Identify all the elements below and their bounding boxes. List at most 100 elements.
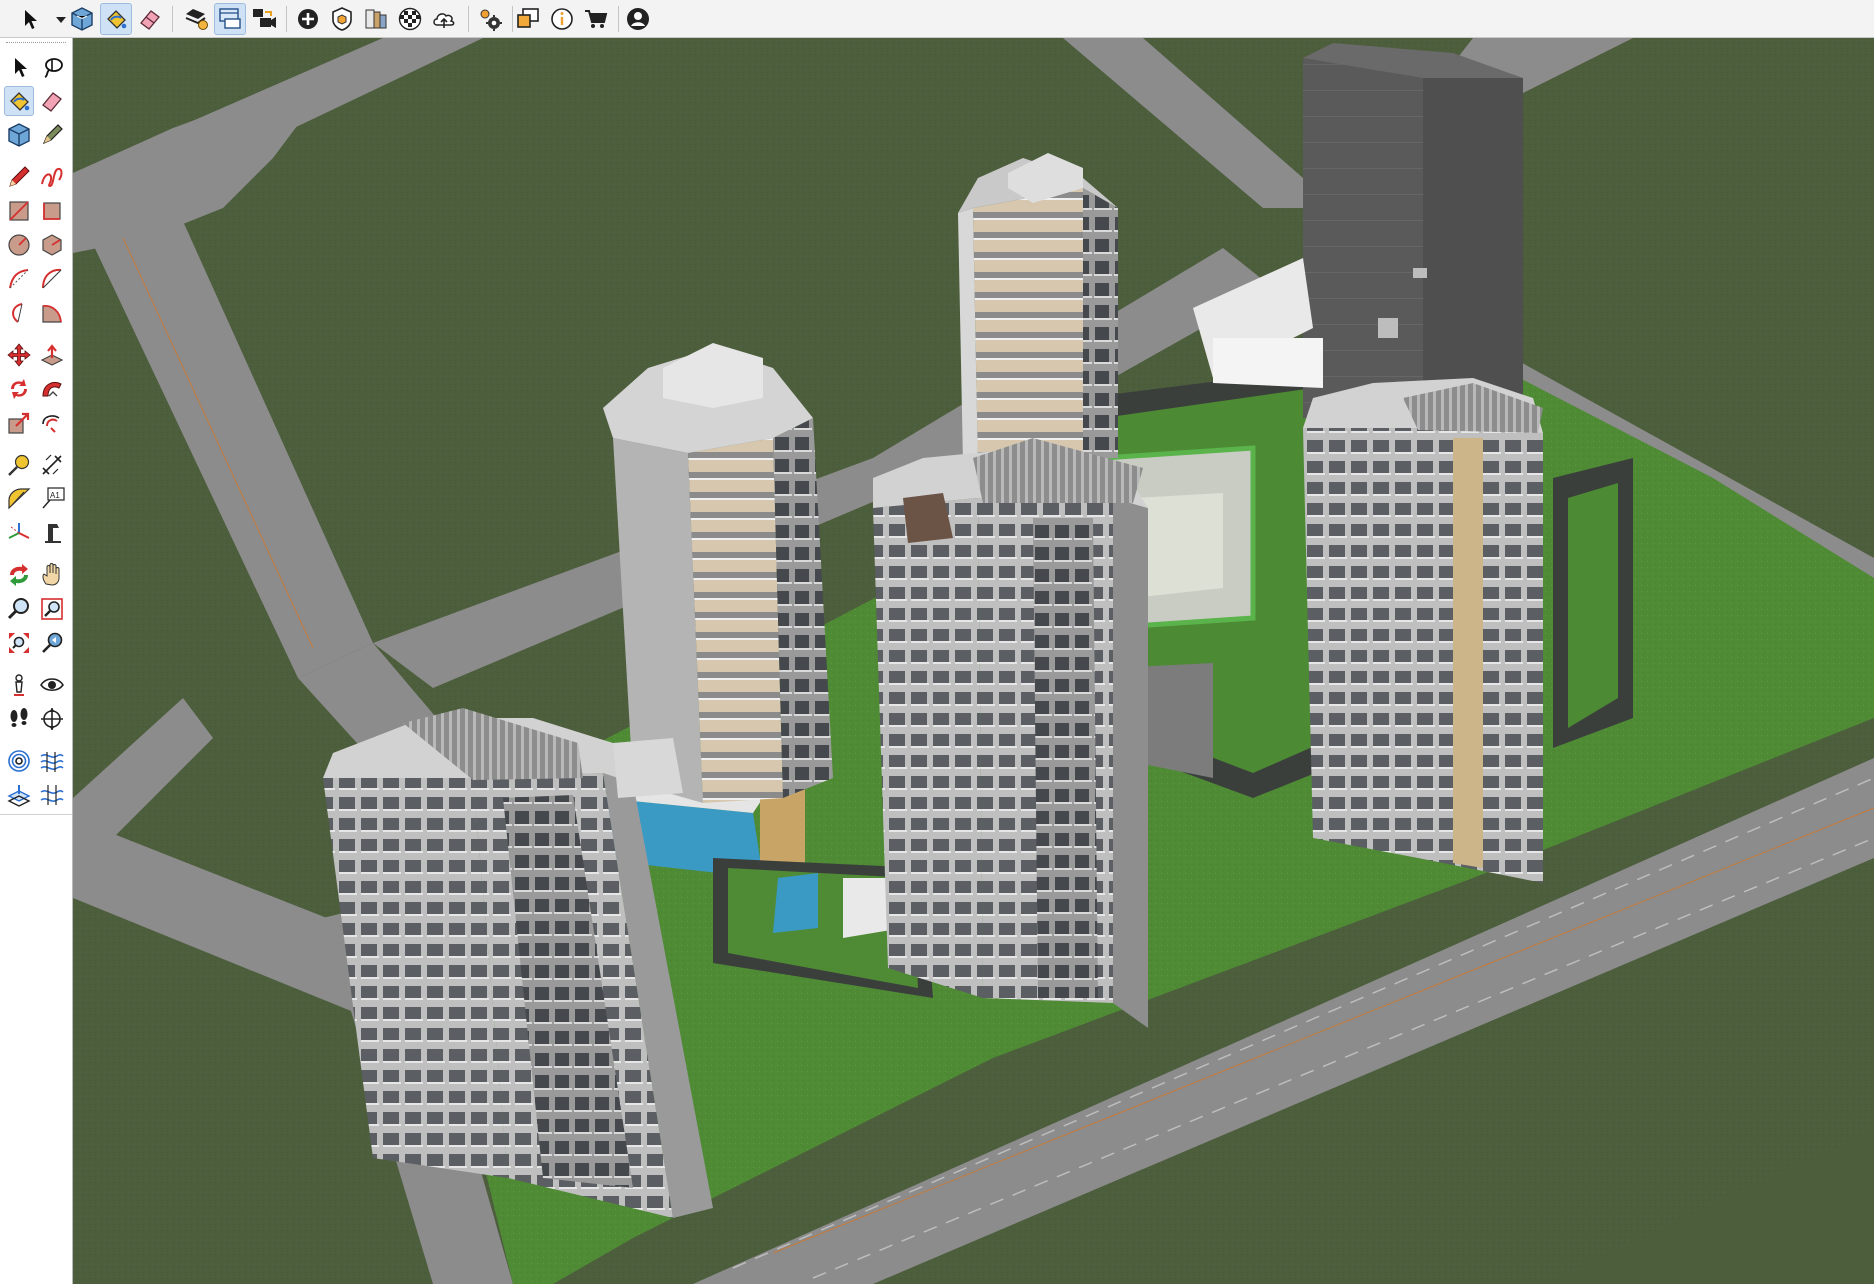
scenes-tool[interactable]	[248, 3, 280, 35]
section-plane-icon	[41, 708, 63, 730]
scale-tool[interactable]	[4, 408, 34, 438]
line-tool[interactable]	[4, 162, 34, 192]
eraser-tool[interactable]	[134, 3, 166, 35]
toolbar-separator	[286, 6, 287, 32]
shield-icon	[332, 7, 352, 31]
dimension-icon	[42, 454, 62, 475]
model-viewport[interactable]	[73, 38, 1874, 1284]
sandbox-from-scratch-tool[interactable]	[37, 746, 67, 776]
text-tool[interactable]: A1	[37, 484, 67, 514]
rectangle-icon	[9, 201, 29, 221]
cart-icon	[585, 10, 608, 28]
arc-icon	[9, 269, 29, 289]
tag-icon	[185, 9, 208, 30]
zoom-extents-tool[interactable]	[4, 628, 34, 658]
components-tool[interactable]	[4, 120, 34, 150]
pencil-icon	[9, 166, 30, 187]
model-info-shield-tool[interactable]	[326, 3, 358, 35]
look-around-tool[interactable]	[37, 670, 67, 700]
pie-tool[interactable]	[37, 298, 67, 328]
extension-warehouse-tool[interactable]	[580, 3, 612, 35]
pan-tool[interactable]	[37, 560, 67, 590]
freehand-tool[interactable]	[37, 162, 67, 192]
footprints-icon	[10, 708, 28, 727]
protractor-tool[interactable]	[4, 484, 34, 514]
move-tool[interactable]	[4, 340, 34, 370]
gears-icon	[480, 9, 502, 31]
tape-measure-tool[interactable]	[4, 450, 34, 480]
styles-icon	[365, 9, 387, 29]
circle-icon	[8, 234, 30, 256]
styles-tool[interactable]	[360, 3, 392, 35]
rotate-tool[interactable]	[4, 374, 34, 404]
section-plane-tool[interactable]	[37, 704, 67, 734]
rotated-rectangle-tool[interactable]	[37, 196, 67, 226]
glass-tower	[1303, 43, 1523, 418]
zoom-tool[interactable]	[4, 594, 34, 624]
add-location-tool[interactable]	[292, 3, 324, 35]
freehand-icon	[41, 167, 63, 188]
components-tool[interactable]	[66, 3, 98, 35]
select-arrow-icon	[25, 10, 37, 29]
polygon-tool[interactable]	[37, 230, 67, 260]
zoom-window-tool[interactable]	[37, 594, 67, 624]
dimension-tool[interactable]	[37, 450, 67, 480]
materials-tool[interactable]	[394, 3, 426, 35]
scale-icon	[8, 412, 30, 434]
toolbar-separator	[468, 6, 469, 32]
two-point-arc-tool[interactable]	[37, 264, 67, 294]
tower-back-center	[958, 153, 1118, 468]
push-pull-tool[interactable]	[37, 340, 67, 370]
account-tool[interactable]	[622, 3, 654, 35]
orbit-lasso-tool[interactable]	[37, 52, 67, 82]
sandbox-from-contours-tool[interactable]	[4, 746, 34, 776]
stamp-tool[interactable]	[37, 780, 67, 810]
components-icon	[71, 7, 93, 31]
previous-view-tool[interactable]	[37, 628, 67, 658]
cloud-upload-icon	[433, 13, 455, 28]
orbit-tool[interactable]	[4, 560, 34, 590]
smoove-tool[interactable]	[4, 780, 34, 810]
three-point-arc-tool[interactable]	[4, 298, 34, 328]
toolbar-grip[interactable]	[6, 42, 66, 45]
text-tool-badge: A1	[50, 491, 60, 500]
paint-bucket-tool[interactable]	[100, 3, 132, 35]
extension-manager-tool[interactable]	[474, 3, 506, 35]
paint-bucket-tool[interactable]	[4, 86, 34, 116]
open-3d-warehouse-tool[interactable]	[512, 3, 544, 35]
follow-me-icon	[42, 382, 62, 397]
lasso-icon	[44, 58, 63, 78]
hand-icon	[42, 563, 60, 586]
two-point-arc-icon	[42, 268, 62, 289]
arc-tool[interactable]	[4, 264, 34, 294]
select-tool-dropdown[interactable]	[8, 3, 66, 35]
eraser-tool[interactable]	[37, 86, 67, 116]
position-camera-icon	[14, 674, 24, 696]
zoom-window-icon	[41, 598, 63, 620]
select-tool[interactable]	[4, 52, 34, 82]
info-tool[interactable]	[546, 3, 578, 35]
tag-tool[interactable]	[180, 3, 212, 35]
polygon-icon	[42, 234, 62, 256]
offset-tool[interactable]	[37, 408, 67, 438]
smoove-icon	[7, 785, 31, 807]
account-icon	[627, 8, 649, 30]
axes-tool[interactable]	[4, 518, 34, 548]
walk-tool[interactable]	[4, 704, 34, 734]
push-pull-icon	[40, 344, 64, 366]
top-toolbar	[0, 0, 1874, 38]
scenes-icon	[253, 9, 276, 28]
chevron-down-icon	[56, 17, 66, 23]
3d-scene[interactable]	[73, 38, 1874, 1284]
upload-tool[interactable]	[428, 3, 460, 35]
follow-me-tool[interactable]	[37, 374, 67, 404]
position-camera-tool[interactable]	[4, 670, 34, 700]
rectangle-tool[interactable]	[4, 196, 34, 226]
outliner-tool[interactable]	[214, 3, 246, 35]
zoom-extents-icon	[9, 633, 29, 653]
toolbar-separator	[172, 6, 173, 32]
magnifier-icon	[7, 598, 29, 620]
3d-text-tool[interactable]	[37, 518, 67, 548]
tape-pencil-tool[interactable]	[37, 120, 67, 150]
circle-tool[interactable]	[4, 230, 34, 260]
